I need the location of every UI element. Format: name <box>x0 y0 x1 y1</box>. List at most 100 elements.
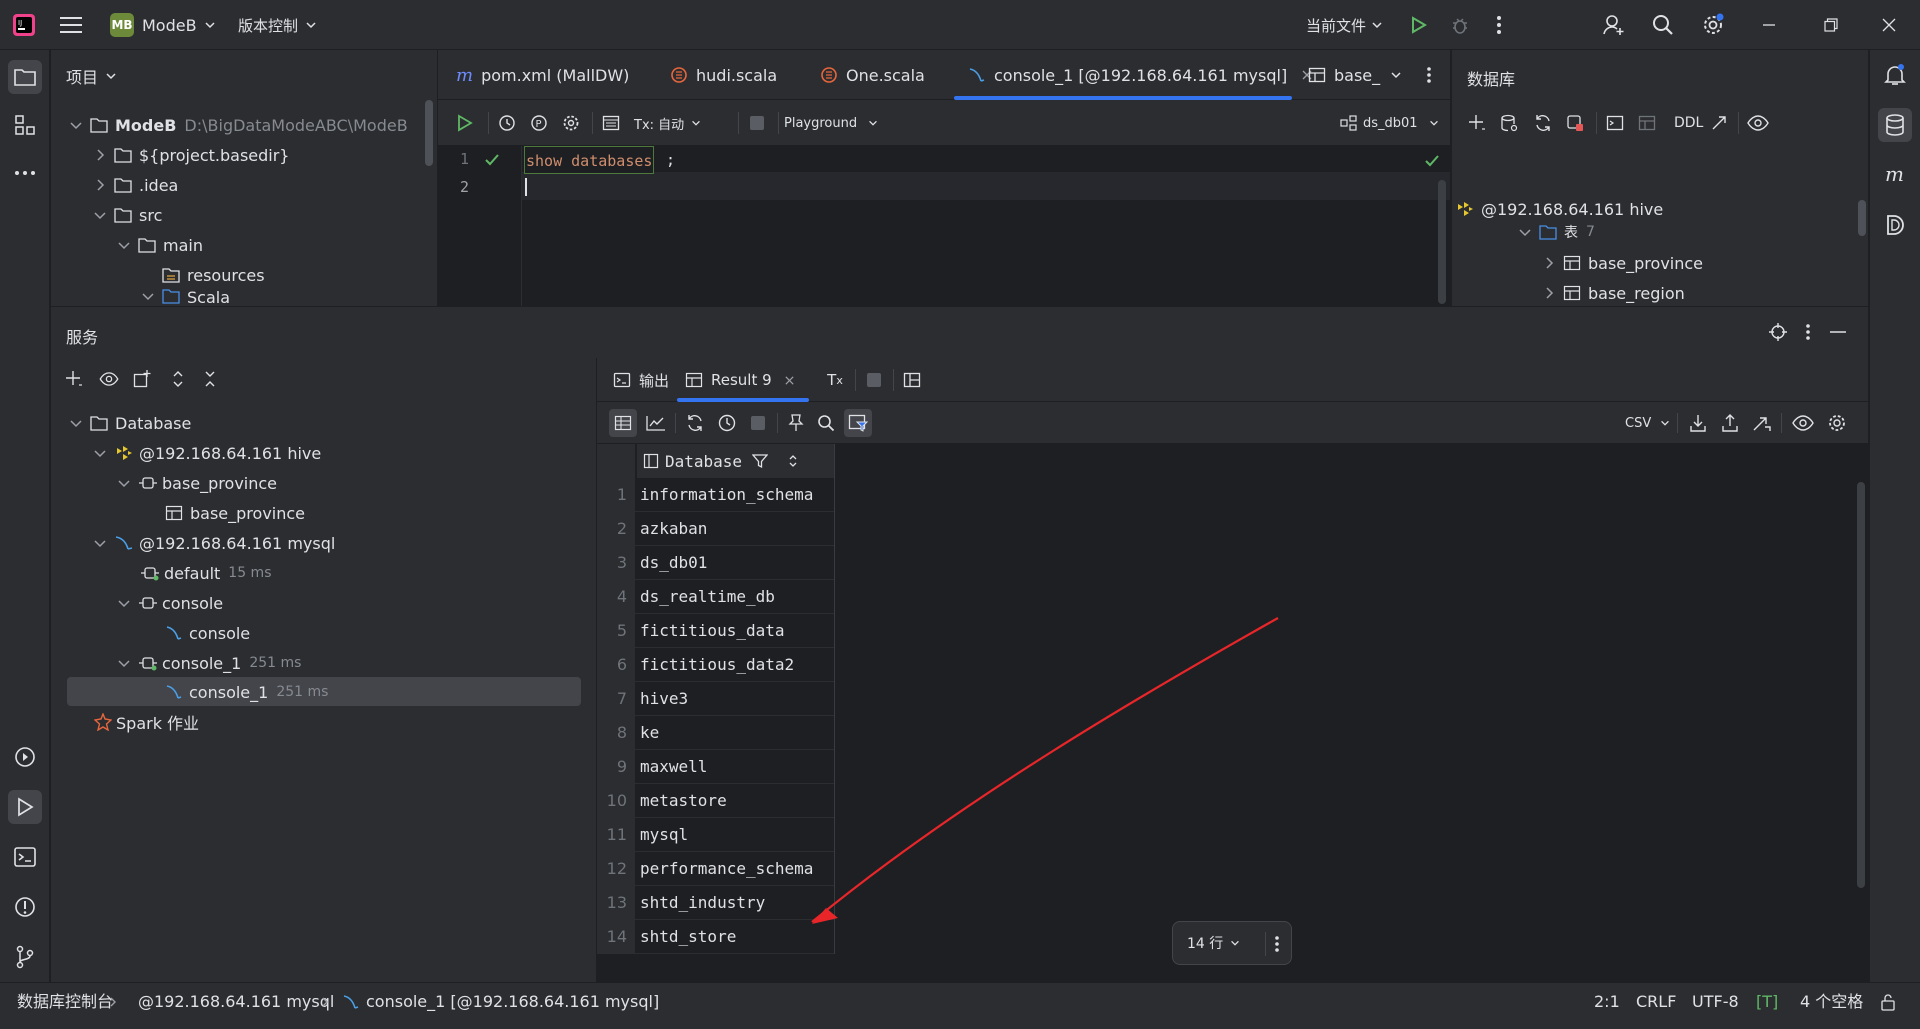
add-service-icon[interactable] <box>63 368 85 390</box>
tabs-more-icon[interactable] <box>1422 50 1436 100</box>
collapse-all-icon[interactable] <box>199 368 221 390</box>
svc-tree-console-1[interactable]: console_1 251 ms <box>165 677 328 707</box>
results-settings-gear-icon[interactable] <box>1823 409 1851 437</box>
execute-icon[interactable] <box>454 112 476 134</box>
project-folder-icon[interactable] <box>8 60 42 94</box>
schema-selector[interactable]: ds_db01 <box>1340 112 1440 134</box>
tab-one-scala[interactable]: One.scala <box>820 50 925 100</box>
cursor-position[interactable]: 2:1 <box>1594 983 1620 1021</box>
svc-tree-spark-jobs[interactable]: Spark 作业 <box>94 707 199 737</box>
cell-value[interactable]: information_schema <box>637 478 835 512</box>
editor-scrollbar[interactable] <box>1438 180 1446 304</box>
search-icon[interactable] <box>1652 10 1674 40</box>
tree-item-scala[interactable]: Scala <box>140 288 230 306</box>
cell-value[interactable]: ds_realtime_db <box>637 580 835 614</box>
services-more-icon[interactable] <box>1801 321 1815 343</box>
export-format-selector[interactable]: CSV <box>1625 409 1671 437</box>
view-options-eye-icon[interactable] <box>1746 112 1770 134</box>
table-row[interactable]: 6 fictitious_data2 <box>597 648 835 682</box>
table-row[interactable]: 8 ke <box>597 716 835 750</box>
svc-tree-base-province-session[interactable]: base_province <box>116 468 277 498</box>
table-view-icon[interactable] <box>1636 112 1658 134</box>
tree-item-idea[interactable]: .idea <box>92 170 178 200</box>
view-options-eye-icon[interactable] <box>1789 409 1817 437</box>
layout-split-icon[interactable] <box>901 369 923 391</box>
cell-value[interactable]: shtd_store <box>637 920 835 954</box>
services-icon[interactable] <box>8 740 42 774</box>
breadcrumb-console[interactable]: console_1 [@192.168.64.161 mysql] <box>366 983 659 1021</box>
query-history-icon[interactable] <box>714 409 740 437</box>
download-icon[interactable] <box>1685 409 1711 437</box>
locate-target-icon[interactable] <box>1767 321 1789 343</box>
expand-all-icon[interactable] <box>167 368 189 390</box>
cell-value[interactable]: performance_schema <box>637 852 835 886</box>
upload-icon[interactable] <box>1717 409 1743 437</box>
result-grid[interactable]: Database 1 information_schema 2 azkaban 3 ds_… <box>597 444 1865 982</box>
cell-value[interactable]: ds_db01 <box>637 546 835 580</box>
tx-mode-selector[interactable]: Tx: 自动 <box>634 112 702 134</box>
grid-view-icon[interactable] <box>609 409 637 437</box>
tree-item-src[interactable]: src <box>92 200 162 230</box>
tree-item-main[interactable]: main <box>116 230 203 260</box>
run-config-selector[interactable]: 当前文件 <box>1306 10 1384 40</box>
db-tree-base-province[interactable]: base_province <box>1541 248 1703 278</box>
tab-base[interactable]: base_ <box>1308 50 1383 100</box>
terminal-icon[interactable] <box>8 840 42 874</box>
sort-icon[interactable] <box>788 454 798 468</box>
open-console-icon[interactable] <box>1604 112 1626 134</box>
project-scrollbar[interactable] <box>425 100 433 166</box>
tree-item-modeb[interactable]: ModeB D:\BigDataModeABC\ModeB <box>68 110 408 140</box>
main-menu-icon[interactable] <box>60 10 82 40</box>
git-branch-icon[interactable] <box>8 940 42 974</box>
tree-item-resources[interactable]: resources <box>162 260 265 290</box>
chart-view-icon[interactable] <box>643 409 669 437</box>
add-user-icon[interactable] <box>1602 10 1626 40</box>
close-window-icon[interactable] <box>1882 10 1896 40</box>
jump-to-source-icon[interactable] <box>1708 112 1730 134</box>
breadcrumb-db-console[interactable]: 数据库控制台 <box>17 983 113 1021</box>
profiler-icon[interactable]: P <box>528 112 550 134</box>
ddl-button[interactable]: DDL <box>1674 112 1703 134</box>
project-selector[interactable]: MB ModeB <box>110 10 217 40</box>
notifications-bell-icon[interactable] <box>1878 58 1912 92</box>
tree-item-basedir[interactable]: ${project.basedir} <box>92 140 289 170</box>
svc-tree-default[interactable]: default 15 ms <box>140 558 272 588</box>
svc-tree-console-1-session[interactable]: console_1 251 ms <box>116 648 301 678</box>
hide-panel-icon[interactable] <box>1827 321 1849 343</box>
db-tree-base-region[interactable]: base_region <box>1541 278 1685 308</box>
table-row[interactable]: 4 ds_realtime_db <box>597 580 835 614</box>
grid-scrollbar[interactable] <box>1857 482 1865 888</box>
close-tab-icon[interactable] <box>784 375 795 386</box>
output-panel-icon[interactable] <box>600 112 622 134</box>
playground-selector[interactable]: Playground <box>784 112 879 134</box>
column-header-database[interactable]: Database <box>637 444 835 478</box>
tab-result-9[interactable]: Result 9 <box>685 358 795 402</box>
indent-setting[interactable]: 4 个空格 <box>1800 983 1863 1021</box>
debug-icon[interactable] <box>1450 10 1470 40</box>
table-row[interactable]: 14 shtd_store <box>597 920 835 954</box>
database-scrollbar[interactable] <box>1858 200 1866 236</box>
cell-value[interactable]: maxwell <box>637 750 835 784</box>
problems-icon[interactable] <box>8 890 42 924</box>
svc-tree-console-session[interactable]: console <box>116 588 223 618</box>
database-icon[interactable] <box>1878 108 1912 142</box>
compare-icon[interactable] <box>1749 409 1775 437</box>
cell-value[interactable]: azkaban <box>637 512 835 546</box>
table-row[interactable]: 3 ds_db01 <box>597 546 835 580</box>
cell-value[interactable]: fictitious_data <box>637 614 835 648</box>
table-row[interactable]: 10 metastore <box>597 784 835 818</box>
table-row[interactable]: 5 fictitious_data <box>597 614 835 648</box>
stop-icon[interactable] <box>863 369 885 391</box>
maven-icon[interactable]: m <box>1878 158 1912 192</box>
cell-value[interactable]: shtd_industry <box>637 886 835 920</box>
pin-tab-icon[interactable] <box>784 409 808 437</box>
editor-mode[interactable]: [T] <box>1756 983 1778 1021</box>
breadcrumb-connection[interactable]: @192.168.64.161 mysql <box>138 983 334 1021</box>
datasource-properties-icon[interactable] <box>1498 112 1520 134</box>
table-row[interactable]: 7 hive3 <box>597 682 835 716</box>
table-row[interactable]: 13 shtd_industry <box>597 886 835 920</box>
run-icon[interactable] <box>1408 10 1428 40</box>
table-row[interactable]: 2 azkaban <box>597 512 835 546</box>
structure-icon[interactable] <box>8 108 42 142</box>
more-tools-icon[interactable] <box>8 156 42 190</box>
